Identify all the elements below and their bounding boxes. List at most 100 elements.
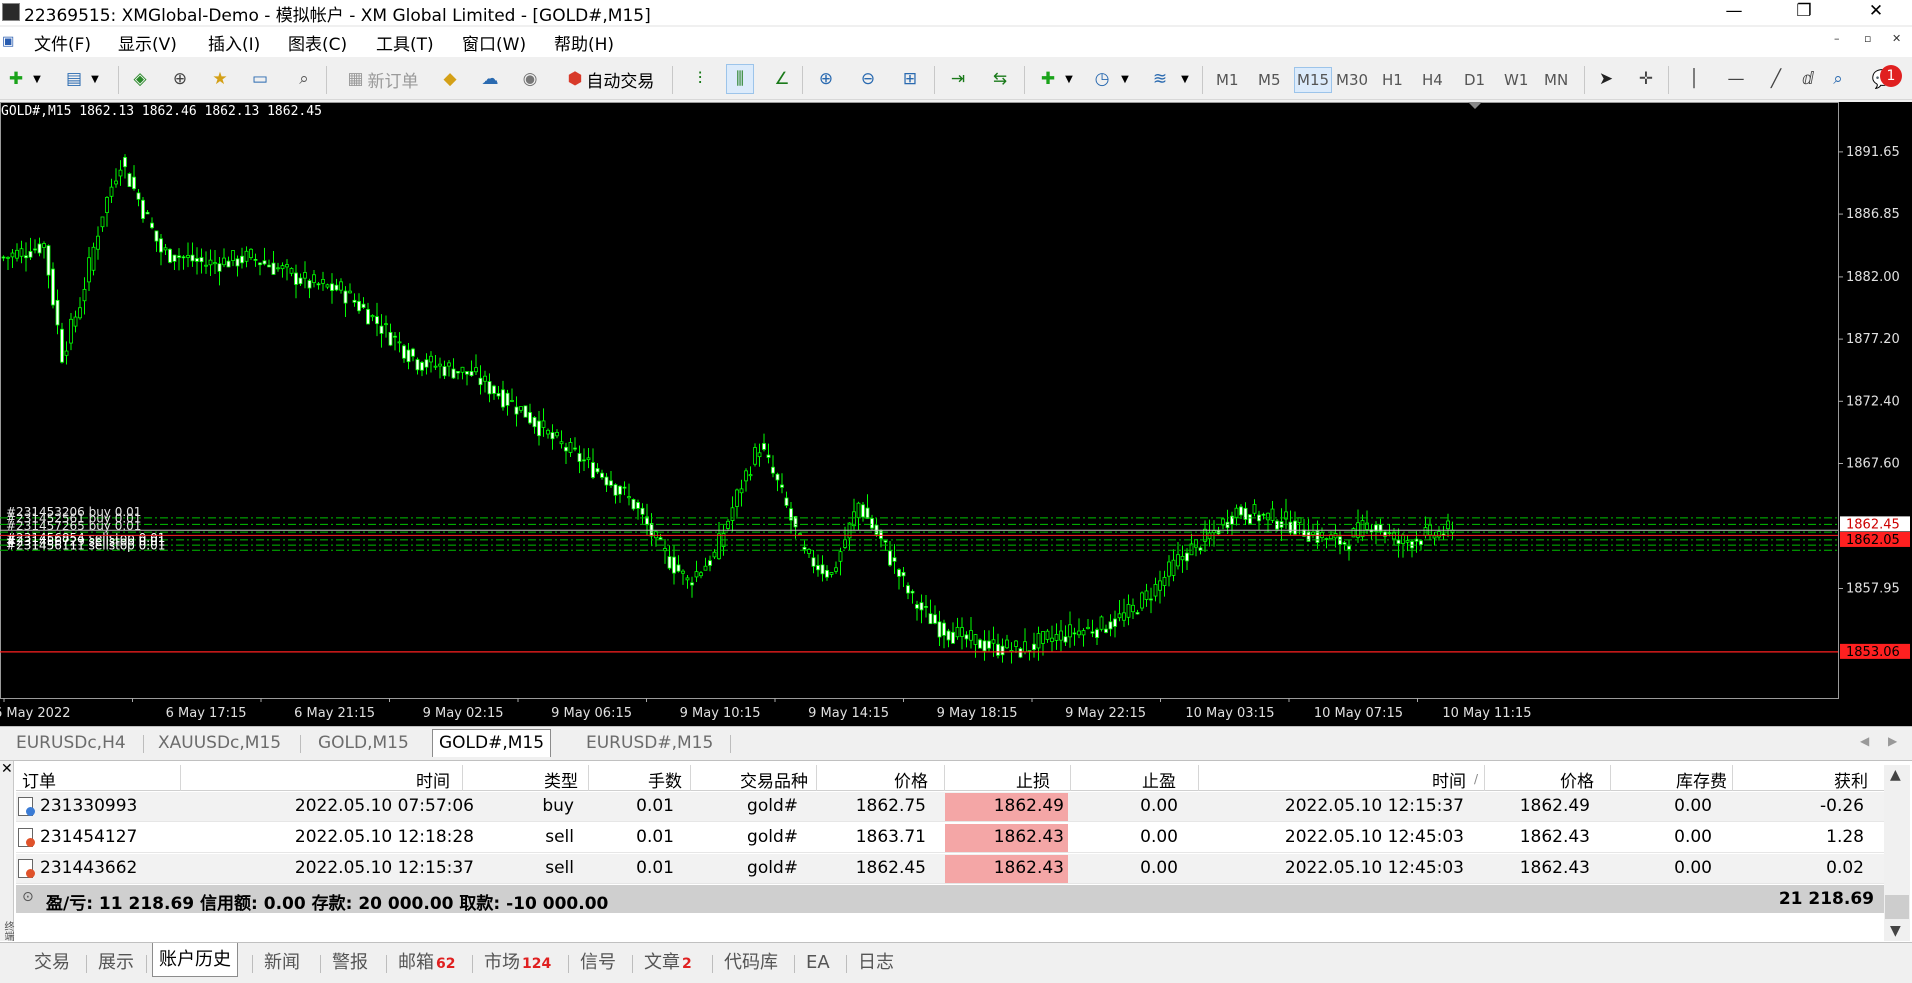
new-chart-icon[interactable]: ✚ <box>2 64 30 94</box>
chart-tab-xauusdc-m15[interactable]: XAUUSDc,M15 <box>152 730 287 756</box>
terminal-tab[interactable]: EA <box>800 949 836 977</box>
mdi-close-button[interactable]: ✕ <box>1892 32 1901 45</box>
terminal-tab[interactable]: 邮箱 62 <box>392 949 461 977</box>
terminal-tab[interactable]: 市场 124 <box>478 949 557 977</box>
col-take-profit[interactable]: 止盈 <box>1142 767 1176 792</box>
zoom-in-icon[interactable]: ⊕ <box>812 64 840 94</box>
restore-button[interactable]: ❐ <box>1776 0 1832 25</box>
timeframe-w1[interactable]: W1 <box>1504 71 1528 89</box>
cursor-icon[interactable]: ➤ <box>1592 64 1620 94</box>
strategy-tester-icon[interactable]: ⌕ <box>290 64 318 94</box>
terminal-tab[interactable]: 展示 <box>92 949 140 977</box>
menu-view[interactable]: 显示(V) <box>118 30 177 55</box>
table-row[interactable]: 231330993 2022.05.10 07:57:06 buy 0.01 g… <box>16 792 1884 822</box>
terminal-tab[interactable]: 信号 <box>574 949 622 977</box>
crosshair-icon[interactable]: ✛ <box>1632 64 1660 94</box>
timeframe-h1[interactable]: H1 <box>1382 71 1403 89</box>
tile-windows-icon[interactable]: ⊞ <box>896 64 924 94</box>
trendline-icon[interactable]: ╱ <box>1762 64 1790 94</box>
indicators-dropdown-icon[interactable]: ▼ <box>1062 64 1076 94</box>
col-symbol[interactable]: 交易品种 <box>740 767 808 792</box>
col-order[interactable]: 订单 <box>22 767 56 792</box>
col-stop-loss[interactable]: 止损 <box>1016 767 1050 792</box>
col-open-time[interactable]: 时间 <box>416 767 450 792</box>
equidistant-channel-icon[interactable]: ⅆ <box>1794 64 1822 94</box>
table-row[interactable]: 231443662 2022.05.10 12:15:37 sell 0.01 … <box>16 854 1884 884</box>
expert-icon[interactable]: ◆ <box>436 64 464 94</box>
timeframe-mn[interactable]: MN <box>1544 71 1568 89</box>
search-icon[interactable]: ⌕ <box>1824 64 1852 94</box>
community-icon[interactable]: ◉ <box>516 64 544 94</box>
data-window-icon[interactable]: ⊕ <box>166 64 194 94</box>
periods-icon[interactable]: ◷ <box>1088 64 1116 94</box>
indicators-icon[interactable]: ✚ <box>1034 64 1062 94</box>
menu-charts[interactable]: 图表(C) <box>288 30 347 55</box>
timeframe-m15[interactable]: M15 <box>1294 67 1333 93</box>
signals-icon[interactable]: ☁ <box>476 64 504 94</box>
notifications-button[interactable]: 💬 1 <box>1860 64 1906 94</box>
terminal-scrollbar[interactable]: ▲ ▼ <box>1884 765 1910 941</box>
scroll-thumb[interactable] <box>1885 895 1909 919</box>
templates-dropdown-icon[interactable]: ▼ <box>1178 64 1192 94</box>
col-type[interactable]: 类型 <box>544 767 578 792</box>
new-order-button[interactable]: ▦ 新订单 <box>336 64 430 94</box>
minimize-button[interactable]: — <box>1706 0 1762 25</box>
auto-trading-button[interactable]: ⬢ 自动交易 <box>556 64 666 94</box>
menu-window[interactable]: 窗口(W) <box>462 30 526 55</box>
periods-dropdown-icon[interactable]: ▼ <box>1118 64 1132 94</box>
scroll-down-icon[interactable]: ▼ <box>1890 923 1901 939</box>
col-lots[interactable]: 手数 <box>648 767 682 792</box>
navigator-icon[interactable]: ★ <box>206 64 234 94</box>
market-watch-icon[interactable]: ◈ <box>126 64 154 94</box>
chart-tab-eurusd-hash-m15[interactable]: EURUSD#,M15 <box>580 730 719 756</box>
close-button[interactable]: ✕ <box>1848 0 1904 25</box>
col-open-price[interactable]: 价格 <box>894 767 928 792</box>
terminal-tab[interactable]: 交易 <box>28 949 76 977</box>
terminal-close-icon[interactable]: ✕ <box>1 761 13 777</box>
chart-tab-gold-m15[interactable]: GOLD,M15 <box>312 730 415 756</box>
menu-help[interactable]: 帮助(H) <box>554 30 614 55</box>
terminal-tab[interactable]: 新闻 <box>258 949 306 977</box>
profiles-dropdown-icon[interactable]: ▼ <box>88 64 102 94</box>
timeframe-d1[interactable]: D1 <box>1464 71 1485 89</box>
new-chart-dropdown-icon[interactable]: ▼ <box>30 64 44 94</box>
candlestick-icon[interactable]: ⫼ <box>726 64 754 94</box>
timeframe-m1[interactable]: M1 <box>1216 71 1239 89</box>
terminal-icon[interactable]: ▭ <box>246 64 274 94</box>
price-chart[interactable]: #231453206 buy 0.01 #231452561 buy 0.01 #2… <box>0 102 1912 726</box>
templates-icon[interactable]: ≋ <box>1146 64 1174 94</box>
terminal-tab[interactable]: 账户历史 <box>152 943 238 977</box>
terminal-tab[interactable]: 文章 2 <box>638 949 698 977</box>
timeframe-m30[interactable]: M30 <box>1336 71 1368 89</box>
col-profit[interactable]: 获利 <box>1834 767 1868 792</box>
terminal-tab[interactable]: 日志 <box>852 949 900 977</box>
timeframe-h4[interactable]: H4 <box>1422 71 1443 89</box>
menu-insert[interactable]: 插入(I) <box>208 30 260 55</box>
table-row[interactable]: 231454127 2022.05.10 12:18:28 sell 0.01 … <box>16 823 1884 853</box>
timeframe-m5[interactable]: M5 <box>1258 71 1281 89</box>
chart-tab-eurusdc-h4[interactable]: EURUSDc,H4 <box>10 730 132 756</box>
col-swap[interactable]: 库存费 <box>1676 767 1727 792</box>
profiles-icon[interactable]: ▤ <box>60 64 88 94</box>
mdi-restore-button[interactable]: ▫ <box>1864 32 1871 45</box>
tabs-scroll-right-icon[interactable]: ▶ <box>1888 734 1897 748</box>
scroll-up-icon[interactable]: ▲ <box>1890 767 1901 783</box>
line-chart-icon[interactable]: ∠ <box>768 64 796 94</box>
menu-file[interactable]: 文件(F) <box>34 30 91 55</box>
mdi-minimize-button[interactable]: – <box>1834 32 1840 45</box>
auto-scroll-icon[interactable]: ⇆ <box>986 64 1014 94</box>
chart-window-icon[interactable]: ▣ <box>2 34 14 49</box>
candlestick-chart[interactable]: #231453206 buy 0.01#231452561 buy 0.01#2… <box>0 102 1912 726</box>
terminal-tab[interactable]: 代码库 <box>718 949 784 977</box>
terminal-tab[interactable]: 警报 <box>326 949 374 977</box>
tabs-scroll-left-icon[interactable]: ◀ <box>1860 734 1869 748</box>
col-close-time[interactable]: 时间 <box>1432 767 1466 792</box>
col-close-price[interactable]: 价格 <box>1560 767 1594 792</box>
chart-shift-icon[interactable]: ⇥ <box>944 64 972 94</box>
chart-tab-gold-hash-m15[interactable]: GOLD#,M15 <box>432 729 552 757</box>
bar-chart-icon[interactable]: ⫶ <box>686 64 714 94</box>
zoom-out-icon[interactable]: ⊖ <box>854 64 882 94</box>
vertical-line-icon[interactable]: │ <box>1680 64 1708 94</box>
menu-tools[interactable]: 工具(T) <box>376 30 434 55</box>
horizontal-line-icon[interactable]: — <box>1722 64 1750 94</box>
